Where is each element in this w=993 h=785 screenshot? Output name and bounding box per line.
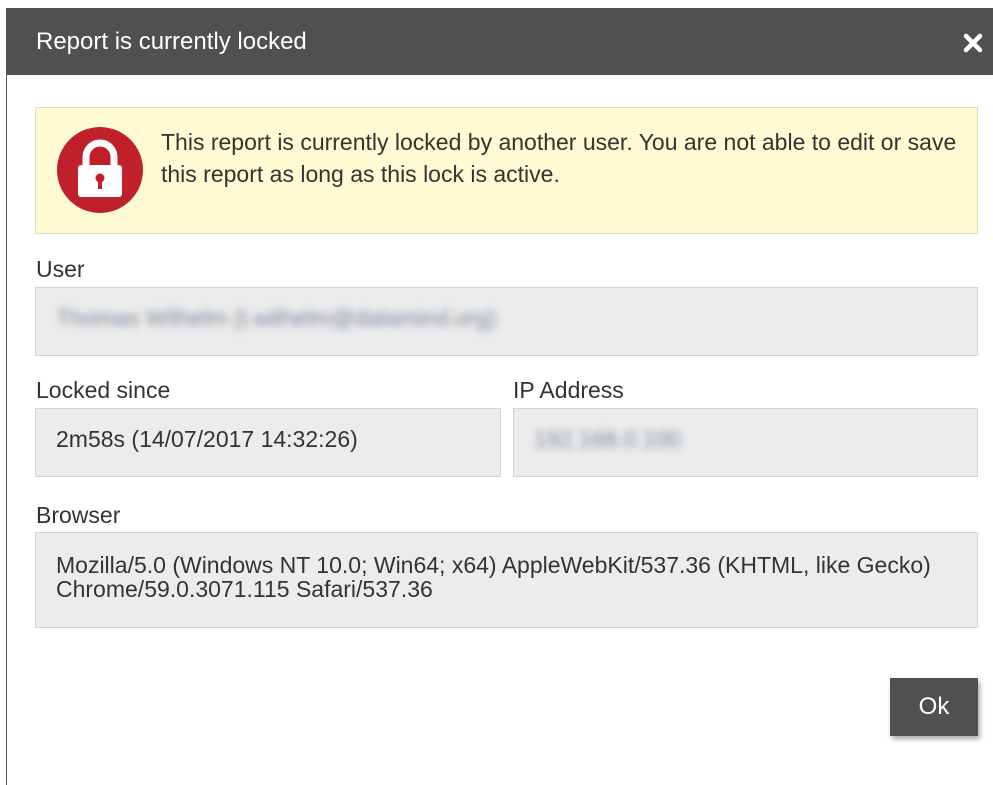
user-value: Thomas Wilhelm (t.wilhelm@datamind.org) <box>56 305 497 331</box>
close-button[interactable] <box>958 28 988 58</box>
browser-field: Mozilla/5.0 (Windows NT 10.0; Win64; x64… <box>35 532 978 628</box>
lock-icon <box>57 127 143 213</box>
ip-address-label: IP Address <box>513 377 624 403</box>
browser-value: Mozilla/5.0 (Windows NT 10.0; Win64; x64… <box>56 552 931 602</box>
user-field: Thomas Wilhelm (t.wilhelm@datamind.org) <box>35 287 978 356</box>
dialog-titlebar: Report is currently locked <box>7 8 993 75</box>
locked-since-field: 2m58s (14/07/2017 14:32:26) <box>35 408 501 477</box>
close-icon <box>963 33 983 53</box>
lock-dialog: Report is currently locked This report i… <box>6 8 993 785</box>
browser-label: Browser <box>36 502 121 528</box>
alert-message: This report is currently locked by anoth… <box>161 129 957 187</box>
user-label: User <box>36 256 85 282</box>
ip-address-value: 192.168.0.100 <box>534 426 682 452</box>
locked-since-label: Locked since <box>36 377 171 403</box>
lock-alert: This report is currently locked by anoth… <box>35 107 978 234</box>
ip-address-field: 192.168.0.100 <box>513 408 978 477</box>
dialog-title: Report is currently locked <box>36 28 307 55</box>
locked-since-value: 2m58s (14/07/2017 14:32:26) <box>56 426 358 452</box>
ok-button[interactable]: Ok <box>890 678 978 736</box>
